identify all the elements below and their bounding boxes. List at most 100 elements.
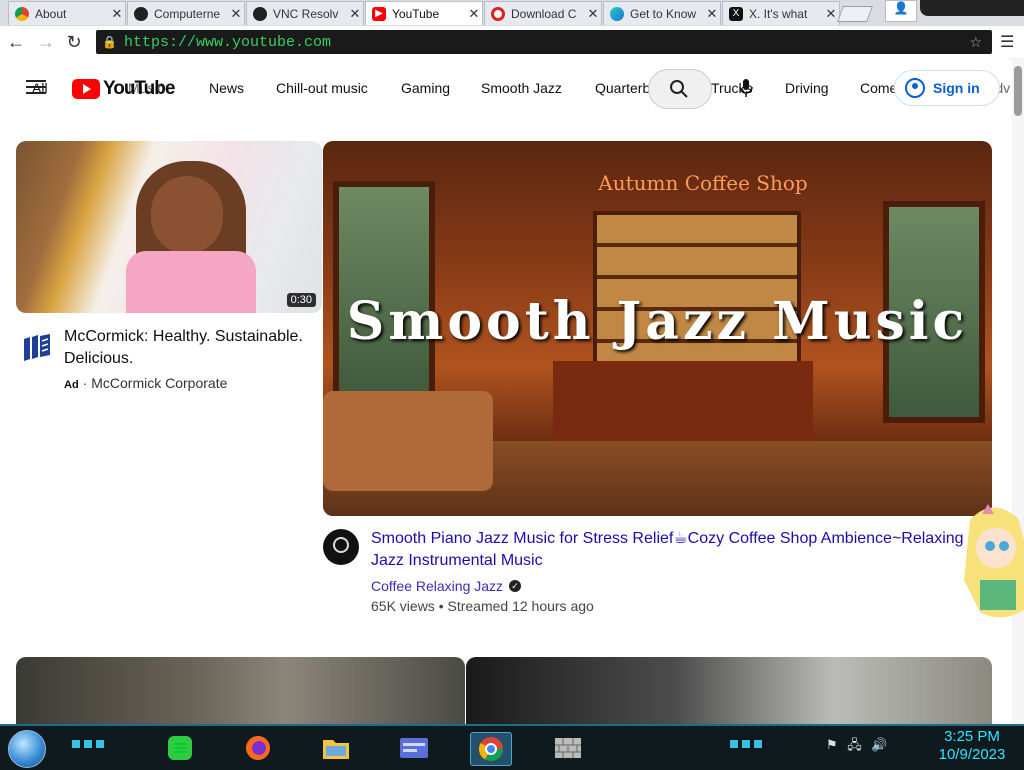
channel-name[interactable]: Coffee Relaxing Jazz (371, 578, 503, 594)
browser-menu-icon[interactable]: ☰ (1000, 32, 1016, 52)
taskbar-clock[interactable]: 3:25 PM 10/9/2023 (934, 728, 1010, 764)
tab-computerne[interactable]: Computerne ✕ (127, 1, 245, 25)
chip-quarterbacks[interactable]: Quarterb (595, 80, 650, 96)
chip-chill-out-music[interactable]: Chill-out music (276, 80, 368, 96)
tab-title: Download C (511, 6, 577, 21)
brick-wall-icon (555, 738, 581, 758)
firefox-icon[interactable] (238, 732, 278, 764)
tab-get-to-know[interactable]: Get to Know ✕ (603, 1, 721, 25)
sign-in-label: Sign in (933, 80, 980, 96)
close-icon[interactable]: ✕ (228, 6, 244, 22)
video-title[interactable]: Smooth Piano Jazz Music for Stress Relie… (371, 528, 976, 572)
tab-x[interactable]: X X. It's what ✕ (722, 1, 840, 25)
wall-icon[interactable] (548, 732, 588, 764)
tab-download[interactable]: Download C ✕ (484, 1, 602, 25)
firefox-icon-glyph (246, 736, 270, 760)
volume-icon[interactable]: 🔊 (871, 737, 887, 752)
folder-icon (323, 740, 349, 759)
close-icon[interactable]: ✕ (347, 6, 363, 22)
ad-badge: Ad (64, 379, 79, 391)
tab-title: YouTube (392, 6, 440, 21)
logo-text: YouTube (103, 78, 175, 99)
ad-thumbnail[interactable]: 0:30 (16, 141, 322, 313)
verified-badge-icon: ✓ (509, 580, 522, 592)
mascot-character-icon (964, 504, 1024, 618)
advertiser-name[interactable]: McCormick Corporate (91, 375, 227, 391)
flag-icon[interactable]: ⚑ (826, 737, 838, 752)
chip-news[interactable]: News (209, 80, 244, 96)
tab-vnc-resolve[interactable]: VNC Resolv ✕ (246, 1, 364, 25)
chrome-icon (15, 6, 29, 21)
sign-in-button[interactable]: Sign in (894, 70, 1000, 106)
page-scrollbar[interactable] (1012, 58, 1024, 724)
account-icon (905, 78, 925, 98)
tab-title: Get to Know (630, 6, 697, 21)
separator: · (82, 375, 88, 391)
sofa-decor (323, 391, 493, 491)
taskbar-decor (72, 740, 108, 748)
video-thumbnail-row2-left[interactable] (16, 657, 465, 725)
counter-decor (553, 361, 813, 441)
close-icon[interactable]: ✕ (466, 6, 482, 22)
video-thumbnail-row2-right[interactable] (466, 657, 992, 725)
thumbnail-sign-text: Autumn Coffee Shop (598, 171, 808, 195)
start-button[interactable] (8, 730, 46, 768)
thumbnail-shirt (126, 251, 256, 313)
opera-icon (491, 6, 505, 21)
video-thumbnail[interactable]: Autumn Coffee Shop Smooth Jazz Music (323, 141, 992, 516)
notes-app-icon[interactable] (160, 732, 200, 764)
tab-title: VNC Resolv (273, 6, 339, 21)
back-icon[interactable]: ← (6, 32, 26, 52)
tab-title: About (35, 6, 67, 21)
system-tray[interactable]: ⚑ 🖧 🔊 (790, 736, 888, 758)
chrome-taskbar-icon[interactable] (470, 732, 512, 766)
thumbnail-caption: Smooth Jazz Music (346, 291, 969, 352)
mccormick-logo-icon[interactable] (22, 333, 52, 363)
chrome-icon (478, 737, 503, 762)
tab-about[interactable]: About ✕ (8, 1, 126, 25)
chip-driving[interactable]: Driving (785, 80, 829, 96)
clock-date: 10/9/2023 (938, 746, 1006, 763)
tab-title: Computerne (154, 6, 221, 21)
edge-icon (610, 6, 624, 21)
forward-icon[interactable]: → (36, 32, 56, 52)
notes-app-icon-glyph (168, 736, 192, 760)
browser-tab-strip: About ✕ Computerne ✕ VNC Resolv ✕ ▶ YouT… (0, 0, 1024, 26)
tab-title: X. It's what (749, 6, 808, 21)
hamburger-menu-icon[interactable] (26, 80, 46, 96)
window-controls[interactable] (920, 0, 1024, 16)
video-metadata: 65K views • Streamed 12 hours ago (371, 598, 594, 614)
profile-icon[interactable]: 👤 (885, 0, 917, 22)
close-icon[interactable]: ✕ (109, 6, 125, 22)
card-icon (400, 738, 428, 758)
address-bar[interactable]: 🔒 https://www.youtube.com ☆ (96, 30, 992, 54)
close-icon[interactable]: ✕ (823, 6, 839, 22)
ad-title[interactable]: McCormick: Healthy. Sustainable. Delicio… (64, 326, 314, 370)
youtube-logo[interactable]: YouTube (72, 78, 175, 100)
chip-gaming[interactable]: Gaming (401, 80, 450, 96)
chip-smooth-jazz[interactable]: Smooth Jazz (481, 80, 562, 96)
youtube-play-icon (72, 79, 100, 99)
new-tab-button[interactable] (837, 6, 873, 22)
tab-youtube[interactable]: ▶ YouTube ✕ (365, 1, 483, 25)
microphone-icon[interactable] (738, 78, 754, 98)
close-icon[interactable]: ✕ (704, 6, 720, 22)
youtube-icon: ▶ (372, 6, 386, 21)
x-icon: X (729, 6, 743, 21)
duration-badge: 0:30 (286, 293, 316, 307)
taskbar: ⚑ 🖧 🔊 3:25 PM 10/9/2023 (0, 724, 1024, 770)
close-icon[interactable]: ✕ (585, 6, 601, 22)
taskbar-decor (730, 740, 766, 748)
thumbnail-face (151, 176, 223, 254)
network-icon[interactable]: 🖧 (847, 737, 862, 752)
search-button[interactable] (648, 69, 712, 109)
search-icon (670, 80, 688, 98)
reload-icon[interactable]: ↻ (64, 32, 84, 52)
id-card-icon[interactable] (394, 732, 434, 764)
lock-icon: 🔒 (102, 35, 117, 49)
scrollbar-thumb[interactable] (1014, 66, 1022, 116)
channel-avatar[interactable] (323, 529, 359, 565)
bookmark-icon[interactable]: ☆ (969, 34, 982, 51)
url-text[interactable]: https://www.youtube.com (124, 34, 331, 51)
file-explorer-icon[interactable] (316, 732, 356, 764)
